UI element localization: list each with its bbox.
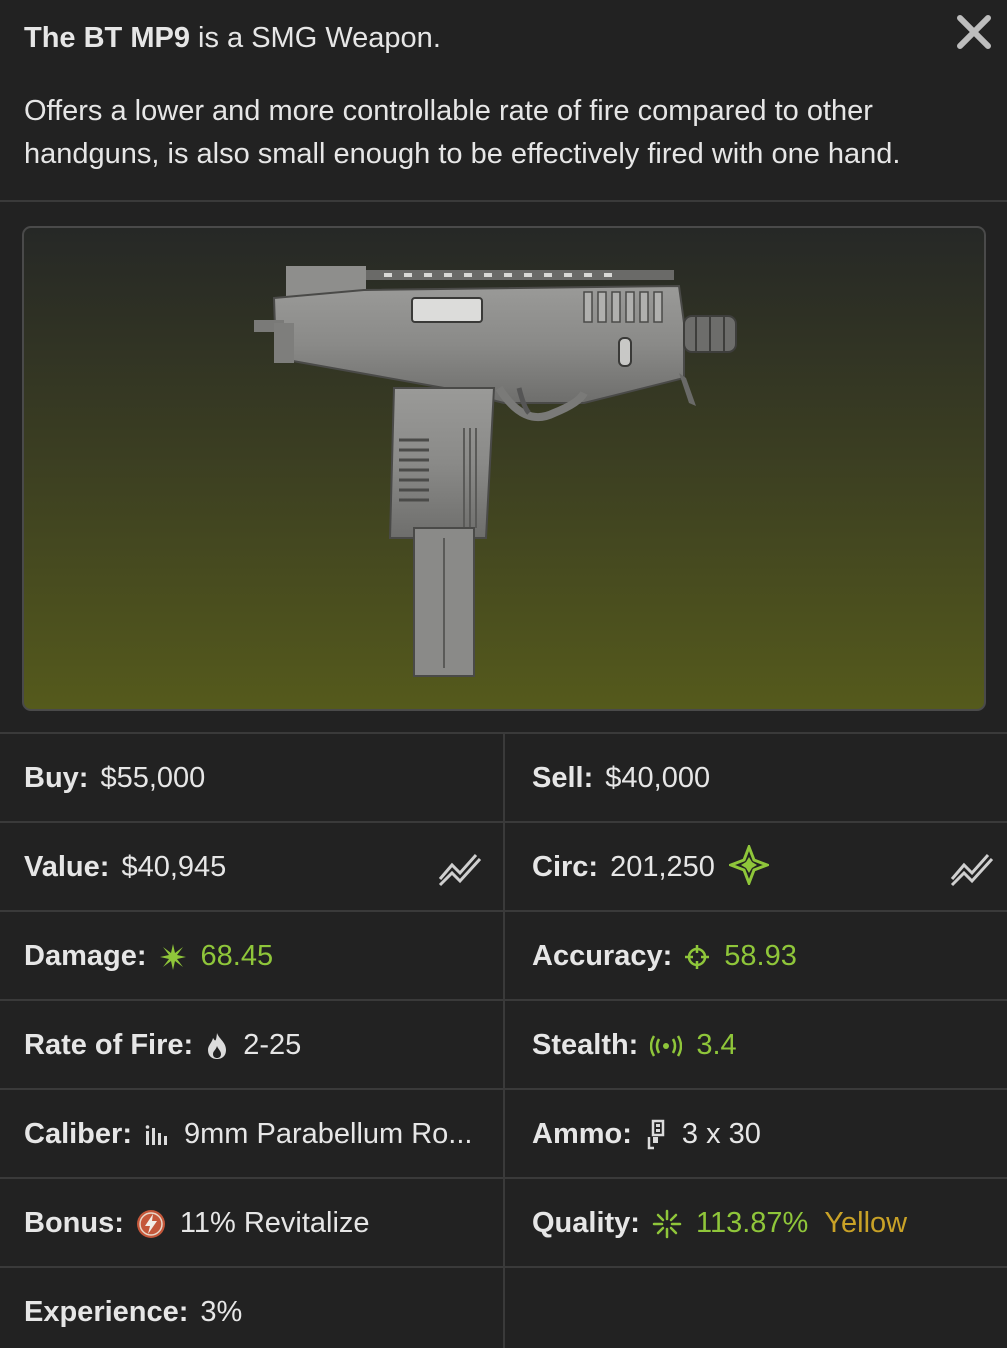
column-divider xyxy=(503,1268,505,1348)
flame-icon xyxy=(205,1032,229,1060)
stat-value-field: Value: $40,945 xyxy=(24,823,502,912)
stat-label: Experience: xyxy=(24,1296,189,1328)
stat-quality: Quality: 113.87% Yellow xyxy=(532,1179,992,1268)
stat-label: Bonus: xyxy=(24,1207,124,1239)
stat-ammo: Ammo: 3 x 30 xyxy=(532,1090,992,1179)
stats-row-ammo: Caliber: 9mm Parabellum Ro... Ammo: 3 x … xyxy=(0,1088,1007,1177)
column-divider xyxy=(503,823,505,910)
stat-experience: Experience: 3% xyxy=(24,1268,502,1348)
stat-rate-of-fire: Rate of Fire: 2-25 xyxy=(24,1001,502,1090)
stat-caliber: Caliber: 9mm Parabellum Ro... xyxy=(24,1090,502,1179)
stat-value: 3% xyxy=(200,1296,243,1328)
weapon-image xyxy=(22,226,986,711)
stat-label: Value: xyxy=(24,851,110,883)
lightning-badge-icon xyxy=(136,1209,166,1239)
stat-label: Rate of Fire: xyxy=(24,1029,194,1061)
signal-icon xyxy=(650,1034,683,1058)
stat-label: Sell: xyxy=(532,762,594,794)
stat-label: Caliber: xyxy=(24,1118,132,1150)
stat-value: $40,945 xyxy=(121,851,227,883)
burst-icon xyxy=(159,943,187,971)
stat-value: 201,250 xyxy=(610,851,715,883)
column-divider xyxy=(503,1001,505,1088)
stat-value: 58.93 xyxy=(724,940,797,972)
stats-row-value: Value: $40,945 Circ: 201,250 xyxy=(0,821,1007,910)
stat-circ: Circ: 201,250 xyxy=(532,823,994,912)
stat-value: 3 x 30 xyxy=(681,1118,761,1150)
weapon-description: Offers a lower and more controllable rat… xyxy=(24,95,901,170)
stats-row-combat: Damage: 68.45 Accuracy: 58.93 xyxy=(0,910,1007,999)
weapon-type-text: is a SMG Weapon. xyxy=(189,22,441,54)
bullets-icon xyxy=(144,1123,170,1147)
trend-chart-icon[interactable] xyxy=(950,847,994,892)
stats-row-experience: Experience: 3% xyxy=(0,1266,1007,1348)
column-divider xyxy=(503,1090,505,1177)
stat-label: Accuracy: xyxy=(532,940,673,972)
close-icon[interactable] xyxy=(952,10,996,54)
magazine-icon xyxy=(644,1119,668,1151)
stat-bonus: Bonus: 11% Revitalize xyxy=(24,1179,502,1268)
stat-value: 3.4 xyxy=(696,1029,737,1061)
stat-value: 11% Revitalize xyxy=(179,1207,370,1239)
stat-damage: Damage: 68.45 xyxy=(24,912,502,1001)
stats-row-price: Buy: $55,000 Sell: $40,000 xyxy=(0,732,1007,821)
stat-label: Quality: xyxy=(532,1207,640,1239)
stat-label: Buy: xyxy=(24,762,89,794)
trend-chart-icon[interactable] xyxy=(438,847,482,892)
column-divider xyxy=(503,912,505,999)
stat-sell: Sell: $40,000 xyxy=(532,734,992,823)
quality-tier: Yellow xyxy=(824,1207,908,1239)
smg-illustration xyxy=(254,266,737,677)
stat-stealth: Stealth: 3.4 xyxy=(532,1001,992,1090)
stats-row-fire: Rate of Fire: 2-25 Stealth: 3.4 xyxy=(0,999,1007,1088)
stat-accuracy: Accuracy: 58.93 xyxy=(532,912,992,1001)
stat-label: Damage: xyxy=(24,940,147,972)
stat-buy: Buy: $55,000 xyxy=(24,734,502,823)
stat-value: 68.45 xyxy=(200,940,274,972)
column-divider xyxy=(503,1179,505,1266)
weapon-header: The BT MP9 is a SMG Weapon. Offers a low… xyxy=(0,0,1007,202)
stat-label: Ammo: xyxy=(532,1118,632,1150)
four-point-star-icon xyxy=(726,842,772,890)
weapon-name: The BT MP9 xyxy=(24,22,190,54)
column-divider xyxy=(503,734,505,821)
stat-label: Circ: xyxy=(532,851,599,883)
weapon-title: The BT MP9 is a SMG Weapon. xyxy=(24,22,441,55)
stat-label: Stealth: xyxy=(532,1029,639,1061)
stat-value: 9mm Parabellum Ro... xyxy=(183,1118,473,1150)
stats-row-bonus: Bonus: 11% Revitalize Quality: 113.87% Y… xyxy=(0,1177,1007,1266)
stats-grid: Buy: $55,000 Sell: $40,000 Value: $40,94… xyxy=(0,732,1007,1348)
stat-value: $55,000 xyxy=(100,762,206,794)
stat-value: 2-25 xyxy=(243,1029,302,1061)
stat-value: 113.87% xyxy=(695,1207,809,1239)
crosshair-icon xyxy=(684,944,710,970)
sparkle-icon xyxy=(652,1209,682,1239)
stat-value: $40,000 xyxy=(605,762,711,794)
